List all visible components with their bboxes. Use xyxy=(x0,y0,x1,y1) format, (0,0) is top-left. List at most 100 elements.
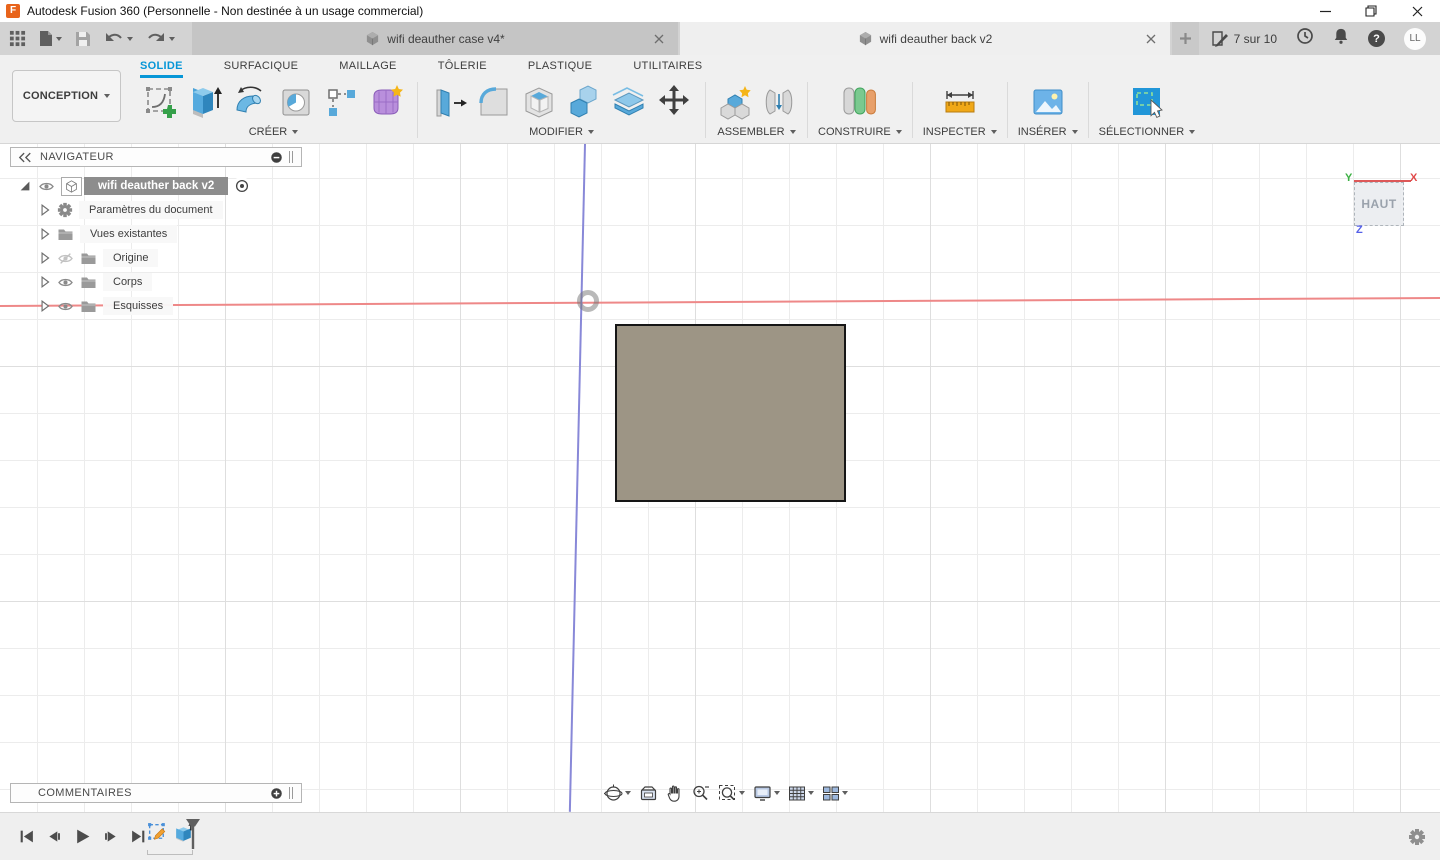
tree-item-label[interactable]: Corps xyxy=(103,273,152,291)
construction-plane-button[interactable] xyxy=(839,80,881,124)
tree-row-bodies[interactable]: Corps xyxy=(38,270,251,294)
select-button[interactable] xyxy=(1126,80,1168,124)
timeline-sketch-feature[interactable] xyxy=(146,821,169,849)
new-component-button[interactable] xyxy=(716,80,758,124)
timeline-position-marker[interactable] xyxy=(185,818,201,855)
hole-button[interactable] xyxy=(275,80,317,124)
move-copy-button[interactable] xyxy=(653,80,695,124)
tree-row-named-views[interactable]: Vues existantes xyxy=(38,222,251,246)
group-label-assemble[interactable]: ASSEMBLER xyxy=(717,126,795,138)
shell-button[interactable] xyxy=(518,80,560,124)
visibility-off-eye-icon[interactable] xyxy=(57,252,74,265)
ribbon-tab-tolerie[interactable]: TÔLERIE xyxy=(438,55,487,78)
step-forward-button[interactable] xyxy=(103,828,118,850)
panel-grip-icon[interactable] xyxy=(288,151,294,163)
skip-to-end-button[interactable] xyxy=(130,828,147,850)
tree-row-document-settings[interactable]: Paramètres du document xyxy=(38,198,251,222)
document-tab-case-v4[interactable]: wifi deauther case v4* xyxy=(192,22,678,55)
panel-expand-circle-icon[interactable] xyxy=(270,787,283,800)
press-pull-button[interactable] xyxy=(428,80,470,124)
ribbon-tab-utilitaires[interactable]: UTILITAIRES xyxy=(633,55,702,78)
tree-item-label[interactable]: Origine xyxy=(103,249,158,267)
visibility-eye-icon[interactable] xyxy=(57,276,74,289)
zoom-window-tool-button[interactable] xyxy=(716,783,747,803)
body-top-face[interactable] xyxy=(615,324,846,502)
viewports-button[interactable] xyxy=(820,784,850,803)
pattern-button[interactable] xyxy=(320,80,362,124)
tab-close-button[interactable] xyxy=(654,31,664,49)
new-tab-button[interactable] xyxy=(1172,22,1199,55)
tree-item-label[interactable]: Paramètres du document xyxy=(79,201,223,219)
collapsed-triangle-icon[interactable] xyxy=(38,203,51,217)
viewcube-top-face[interactable]: HAUT xyxy=(1354,182,1404,226)
view-cube[interactable]: HAUT X Y Z xyxy=(1344,170,1422,236)
joint-button[interactable] xyxy=(761,80,797,124)
create-form-button[interactable] xyxy=(365,80,407,124)
step-back-button[interactable] xyxy=(47,828,62,850)
group-label-modify[interactable]: MODIFIER xyxy=(529,126,594,138)
navigator-header[interactable]: NAVIGATEUR xyxy=(10,147,302,167)
combine-button[interactable] xyxy=(563,80,605,124)
fillet-button[interactable] xyxy=(473,80,515,124)
group-label-construct[interactable]: CONSTRUIRE xyxy=(818,126,902,138)
file-menu-button[interactable] xyxy=(39,30,62,47)
panel-collapse-circle-icon[interactable] xyxy=(270,151,283,164)
viewport-canvas[interactable]: NAVIGATEUR wifi deauther back v2 xyxy=(0,144,1440,812)
expanded-triangle-icon[interactable] xyxy=(18,179,32,193)
save-button[interactable] xyxy=(75,31,91,47)
app-grid-button[interactable] xyxy=(9,30,26,47)
collapsed-triangle-icon[interactable] xyxy=(38,227,51,241)
user-avatar[interactable]: LL xyxy=(1404,28,1426,50)
measure-button[interactable] xyxy=(939,80,981,124)
notifications-button[interactable] xyxy=(1333,27,1349,50)
ribbon-tab-maillage[interactable]: MAILLAGE xyxy=(339,55,396,78)
redo-button[interactable] xyxy=(146,31,175,47)
tree-row-origin[interactable]: Origine xyxy=(38,246,251,270)
play-button[interactable] xyxy=(74,828,91,850)
timeline-settings-button[interactable] xyxy=(1408,828,1426,851)
zoom-tool-button[interactable] xyxy=(689,783,712,803)
visibility-eye-icon[interactable] xyxy=(38,180,55,193)
restore-button[interactable] xyxy=(1348,0,1394,22)
undo-button[interactable] xyxy=(104,31,133,47)
split-body-button[interactable] xyxy=(608,80,650,124)
ribbon-tab-solide[interactable]: SOLIDE xyxy=(140,55,183,78)
comments-header[interactable]: COMMENTAIRES xyxy=(10,783,302,803)
create-sketch-button[interactable] xyxy=(140,80,182,124)
panel-grip-icon[interactable] xyxy=(288,787,294,799)
tab-close-button[interactable] xyxy=(1146,31,1156,49)
workspace-selector[interactable]: CONCEPTION xyxy=(12,70,121,122)
ribbon-tab-surfacique[interactable]: SURFACIQUE xyxy=(224,55,299,78)
tree-item-label[interactable]: Esquisses xyxy=(103,297,173,315)
pan-tool-button[interactable] xyxy=(664,783,685,803)
tree-row-sketches[interactable]: Esquisses xyxy=(38,294,251,318)
revolve-button[interactable] xyxy=(230,80,272,124)
visibility-eye-icon[interactable] xyxy=(57,300,74,313)
close-button[interactable] xyxy=(1394,0,1440,22)
job-status-button[interactable] xyxy=(1296,27,1314,50)
group-label-create[interactable]: CRÉER xyxy=(249,126,299,138)
grid-settings-button[interactable] xyxy=(786,784,816,803)
collapsed-triangle-icon[interactable] xyxy=(38,251,51,265)
group-label-inspect[interactable]: INSPECTER xyxy=(923,126,997,138)
skip-to-start-button[interactable] xyxy=(18,828,35,850)
tree-row-root[interactable]: wifi deauther back v2 xyxy=(18,174,251,198)
minimize-button[interactable] xyxy=(1302,0,1348,22)
group-label-insert[interactable]: INSÉRER xyxy=(1018,126,1078,138)
group-label-select[interactable]: SÉLECTIONNER xyxy=(1099,126,1196,138)
activate-component-radio[interactable] xyxy=(232,177,251,196)
insert-image-button[interactable] xyxy=(1027,80,1069,124)
collapsed-triangle-icon[interactable] xyxy=(38,275,51,289)
help-button[interactable]: ? xyxy=(1368,30,1385,47)
root-component-label[interactable]: wifi deauther back v2 xyxy=(84,177,228,195)
display-settings-button[interactable] xyxy=(751,784,782,803)
origin-point[interactable] xyxy=(577,290,599,312)
document-tab-back-v2[interactable]: wifi deauther back v2 xyxy=(680,22,1170,55)
collapsed-triangle-icon[interactable] xyxy=(38,299,51,313)
usage-counter[interactable]: 7 sur 10 xyxy=(1211,30,1277,47)
ribbon-tab-plastique[interactable]: PLASTIQUE xyxy=(528,55,592,78)
extrude-button[interactable] xyxy=(185,80,227,124)
look-at-tool-button[interactable] xyxy=(637,784,660,803)
tree-item-label[interactable]: Vues existantes xyxy=(80,225,177,243)
orbit-tool-button[interactable] xyxy=(602,783,633,804)
